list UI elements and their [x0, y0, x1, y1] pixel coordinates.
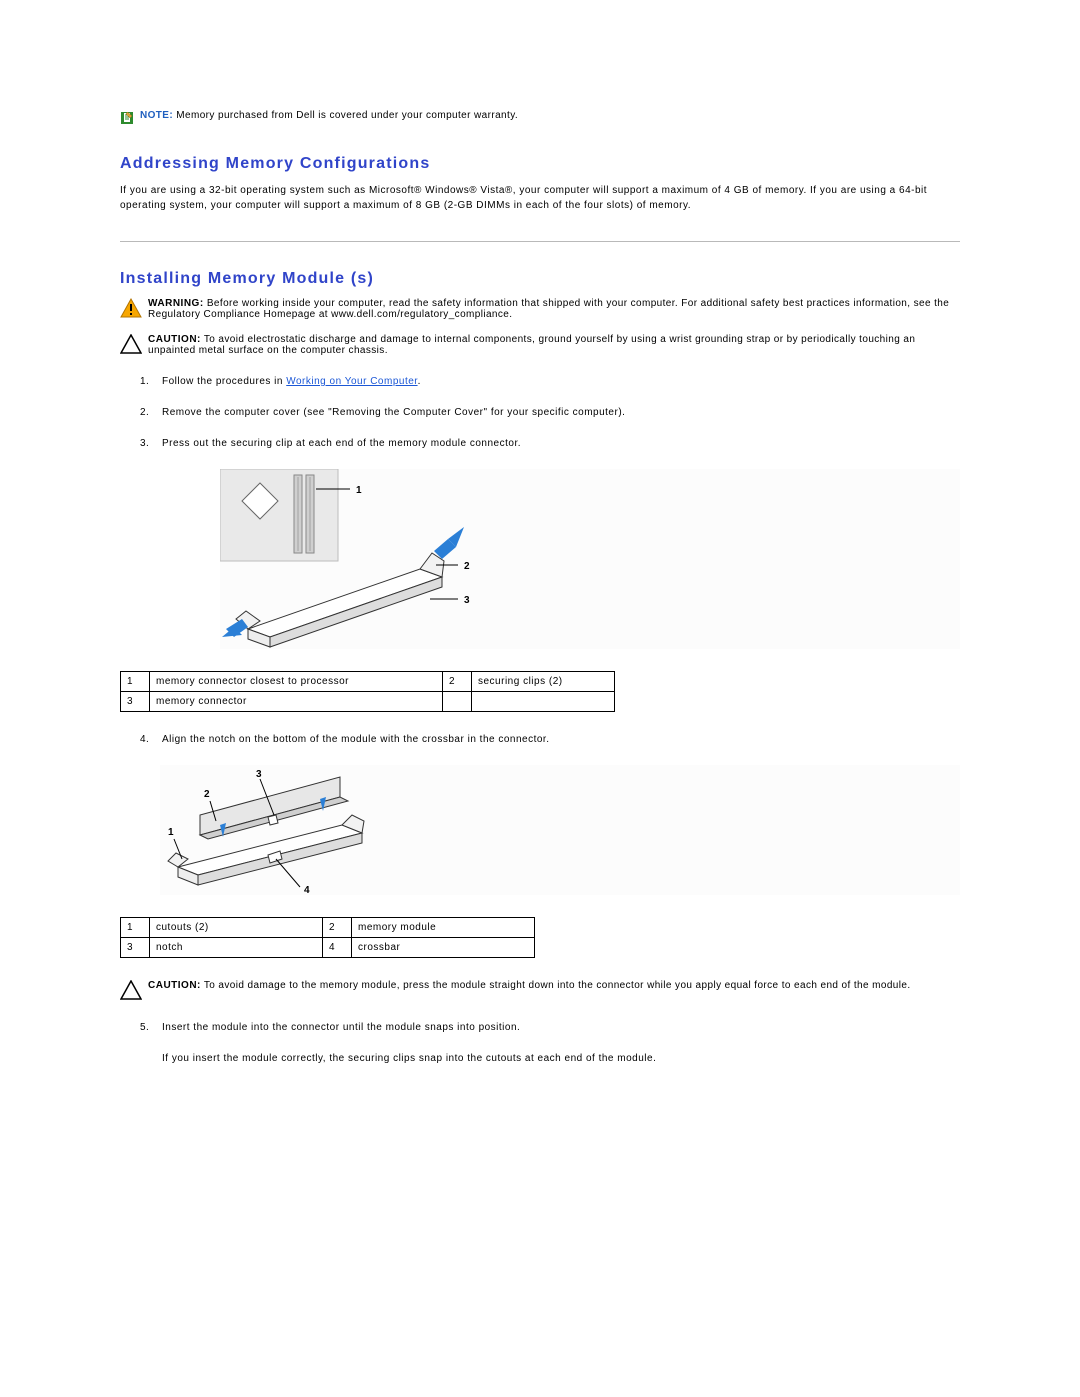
install-steps: 1. Follow the procedures in Working on Y…: [120, 376, 960, 449]
heading-addressing: Addressing Memory Configurations: [120, 155, 960, 173]
t2-1: cutouts (2): [150, 918, 323, 938]
install-steps-cont2: 5.Insert the module into the connector u…: [120, 1022, 960, 1033]
caution2-label: CAUTION:: [148, 980, 201, 991]
dia2-label-1: 1: [168, 827, 174, 838]
dia2-label-2: 2: [204, 789, 210, 800]
caution1-label: CAUTION:: [148, 334, 201, 345]
caution2-block: CAUTION: To avoid damage to the memory m…: [120, 980, 960, 1002]
t1-4n: [443, 692, 472, 712]
step-2: 2.Remove the computer cover (see "Removi…: [140, 407, 960, 418]
step-1-pre: Follow the procedures in: [162, 376, 286, 387]
warning-body: Before working inside your computer, rea…: [148, 298, 949, 320]
step-4: 4.Align the notch on the bottom of the m…: [140, 734, 960, 745]
step-5: 5.Insert the module into the connector u…: [140, 1022, 960, 1033]
caution1-block: CAUTION: To avoid electrostatic discharg…: [120, 334, 960, 356]
caution-icon: [120, 334, 142, 356]
t1-2: securing clips (2): [472, 672, 615, 692]
warning-text: WARNING: Before working inside your comp…: [148, 298, 960, 320]
diagram-connector: 1 2 3: [220, 469, 960, 649]
caution2-body: To avoid damage to the memory module, pr…: [204, 980, 911, 991]
t2-3: notch: [150, 938, 323, 958]
t1-1n: 1: [121, 672, 150, 692]
t1-3n: 3: [121, 692, 150, 712]
note-label: NOTE:: [140, 110, 173, 121]
diagram-module: 1 2 3 4: [160, 765, 960, 895]
dia1-label-3: 3: [464, 595, 470, 606]
parts-table-1: 1 memory connector closest to processor …: [120, 671, 615, 712]
step-5-note: If you insert the module correctly, the …: [162, 1053, 960, 1064]
t1-1: memory connector closest to processor: [150, 672, 443, 692]
caution1-text: CAUTION: To avoid electrostatic discharg…: [148, 334, 960, 356]
warning-label: WARNING:: [148, 298, 204, 309]
note-block: NOTE: Memory purchased from Dell is cove…: [120, 110, 960, 125]
table-row: 3 memory connector: [121, 692, 615, 712]
t2-1n: 1: [121, 918, 150, 938]
caution-icon: [120, 980, 142, 1002]
dia2-label-3: 3: [256, 769, 262, 780]
table-row: 1 memory connector closest to processor …: [121, 672, 615, 692]
t2-3n: 3: [121, 938, 150, 958]
warning-icon: [120, 298, 142, 320]
install-steps-cont: 4.Align the notch on the bottom of the m…: [120, 734, 960, 745]
step-1-post: .: [418, 376, 421, 387]
caution1-body: To avoid electrostatic discharge and dam…: [148, 334, 915, 356]
t1-3: memory connector: [150, 692, 443, 712]
note-body: Memory purchased from Dell is covered un…: [176, 110, 518, 121]
addressing-body: If you are using a 32-bit operating syst…: [120, 183, 960, 213]
t2-4: crossbar: [352, 938, 535, 958]
table-row: 3 notch 4 crossbar: [121, 938, 535, 958]
dia1-label-1: 1: [356, 485, 362, 496]
step-3: 3.Press out the securing clip at each en…: [140, 438, 960, 449]
parts-table-2: 1 cutouts (2) 2 memory module 3 notch 4 …: [120, 917, 535, 958]
t2-2n: 2: [323, 918, 352, 938]
note-icon: [120, 111, 134, 125]
working-on-computer-link[interactable]: Working on Your Computer: [286, 376, 417, 387]
dia2-label-4: 4: [304, 885, 310, 895]
t2-2: memory module: [352, 918, 535, 938]
section-divider: [120, 241, 960, 242]
page-content: NOTE: Memory purchased from Dell is cove…: [0, 0, 1080, 1124]
t2-4n: 4: [323, 938, 352, 958]
step-1: 1. Follow the procedures in Working on Y…: [140, 376, 960, 387]
dia1-label-2: 2: [464, 561, 470, 572]
note-text: NOTE: Memory purchased from Dell is cove…: [140, 110, 518, 121]
table-row: 1 cutouts (2) 2 memory module: [121, 918, 535, 938]
caution2-text: CAUTION: To avoid damage to the memory m…: [148, 980, 911, 991]
warning-block: WARNING: Before working inside your comp…: [120, 298, 960, 320]
t1-2n: 2: [443, 672, 472, 692]
t1-4: [472, 692, 615, 712]
heading-install: Installing Memory Module (s): [120, 270, 960, 288]
